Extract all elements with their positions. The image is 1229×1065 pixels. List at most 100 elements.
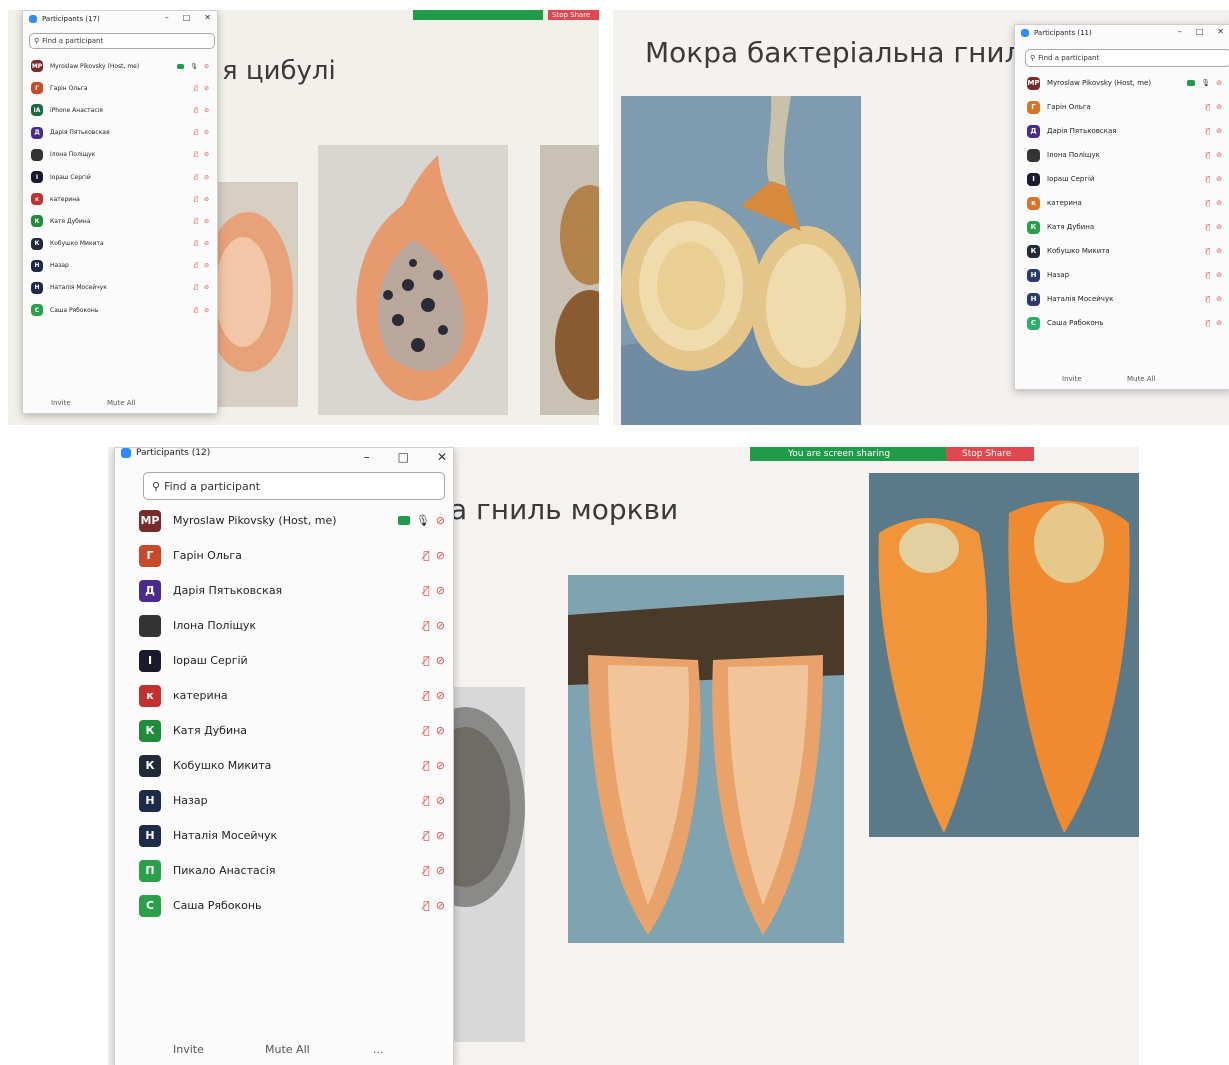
participant-row[interactable]: Г Гарін Ольга 🎙̸ ⊘ [115, 538, 453, 573]
muted-microphone-icon[interactable]: 🎙̸ [1206, 271, 1210, 279]
muted-microphone-icon[interactable]: 🎙̸ [194, 151, 198, 158]
participant-row[interactable]: к катерина 🎙̸ ⊘ [1015, 191, 1229, 215]
muted-microphone-icon[interactable]: 🎙̸ [423, 584, 430, 597]
participant-row[interactable]: MP Myroslaw Pikovsky (Host, me) 🎙 ⊘ [115, 503, 453, 538]
participant-row[interactable]: MP Myroslaw Pikovsky (Host, me) 🎙 ⊘ [1015, 71, 1229, 95]
muted-microphone-icon[interactable]: 🎙̸ [194, 85, 198, 92]
muted-microphone-icon[interactable]: 🎙̸ [194, 262, 198, 269]
maximize-icon[interactable]: □ [398, 450, 409, 464]
muted-microphone-icon[interactable]: 🎙̸ [1206, 199, 1210, 207]
participant-row[interactable]: к катерина 🎙̸ ⊘ [23, 188, 217, 210]
video-off-icon[interactable]: ⊘ [1216, 175, 1222, 183]
muted-microphone-icon[interactable]: 🎙̸ [194, 307, 198, 314]
video-off-icon[interactable]: ⊘ [436, 654, 445, 667]
muted-microphone-icon[interactable]: 🎙̸ [1206, 103, 1210, 111]
participant-row[interactable]: С Саша Рябоконь 🎙̸ ⊘ [1015, 311, 1229, 335]
video-off-icon[interactable]: ⊘ [436, 794, 445, 807]
video-off-icon[interactable]: ⊘ [1216, 223, 1222, 231]
search-input[interactable]: ⚲ Find a participant [29, 33, 215, 49]
video-off-icon[interactable]: ⊘ [204, 85, 209, 92]
video-off-icon[interactable]: ⊘ [1216, 199, 1222, 207]
invite-button[interactable]: Invite [173, 1043, 204, 1056]
participant-row[interactable]: П Пикало Анастасія 🎙̸ ⊘ [115, 853, 453, 888]
more-options-button[interactable]: ... [373, 1043, 384, 1056]
video-off-icon[interactable]: ⊘ [1216, 319, 1222, 327]
video-off-icon[interactable]: ⊘ [1216, 295, 1222, 303]
participant-row[interactable]: IA iPhone Анастасія 🎙̸ ⊘ [23, 99, 217, 121]
participant-row[interactable]: К Катя Дубина 🎙̸ ⊘ [1015, 215, 1229, 239]
close-icon[interactable]: ✕ [204, 13, 211, 22]
participant-row[interactable]: Н Назар 🎙̸ ⊘ [23, 255, 217, 277]
muted-microphone-icon[interactable]: 🎙̸ [1206, 295, 1210, 303]
maximize-icon[interactable]: □ [1196, 27, 1204, 36]
video-off-icon[interactable]: ⊘ [204, 284, 209, 291]
muted-microphone-icon[interactable]: 🎙̸ [1206, 319, 1210, 327]
close-icon[interactable]: ✕ [1217, 27, 1224, 36]
video-off-icon[interactable]: ⊘ [204, 218, 209, 225]
video-off-icon[interactable]: ⊘ [436, 584, 445, 597]
video-off-icon[interactable]: ⊘ [1216, 103, 1222, 111]
video-off-icon[interactable]: ⊘ [204, 174, 209, 181]
muted-microphone-icon[interactable]: 🎙̸ [194, 218, 198, 225]
muted-microphone-icon[interactable]: 🎙̸ [194, 174, 198, 181]
video-off-icon[interactable]: ⊘ [204, 240, 209, 247]
muted-microphone-icon[interactable]: 🎙̸ [423, 829, 430, 842]
participant-row[interactable]: К Катя Дубина 🎙̸ ⊘ [23, 210, 217, 232]
close-icon[interactable]: ✕ [437, 450, 447, 464]
participant-row[interactable]: К Кобушко Микита 🎙̸ ⊘ [1015, 239, 1229, 263]
video-off-icon[interactable]: ⊘ [436, 864, 445, 877]
mute-all-button[interactable]: Mute All [265, 1043, 310, 1056]
muted-microphone-icon[interactable]: 🎙̸ [1206, 247, 1210, 255]
search-input[interactable]: ⚲ Find a participant [143, 472, 445, 500]
muted-microphone-icon[interactable]: 🎙̸ [423, 864, 430, 877]
muted-microphone-icon[interactable]: 🎙̸ [423, 794, 430, 807]
search-input[interactable]: ⚲ Find a participant [1025, 49, 1229, 67]
mute-all-button[interactable]: Mute All [107, 399, 135, 407]
stop-share-button[interactable]: Stop Share [548, 10, 599, 20]
muted-microphone-icon[interactable]: 🎙̸ [423, 619, 430, 632]
participant-row[interactable]: Ілона Поліщук 🎙̸ ⊘ [1015, 143, 1229, 167]
minimize-icon[interactable]: – [1178, 27, 1182, 36]
participant-row[interactable]: Г Гарін Ольга 🎙̸ ⊘ [23, 77, 217, 99]
video-off-icon[interactable]: ⊘ [204, 63, 209, 70]
muted-microphone-icon[interactable]: 🎙̸ [1206, 223, 1210, 231]
video-off-icon[interactable]: ⊘ [204, 107, 209, 114]
video-off-icon[interactable]: ⊘ [1216, 271, 1222, 279]
participant-row[interactable]: Г Гарін Ольга 🎙̸ ⊘ [1015, 95, 1229, 119]
video-off-icon[interactable]: ⊘ [204, 151, 209, 158]
muted-microphone-icon[interactable]: 🎙̸ [423, 759, 430, 772]
video-off-icon[interactable]: ⊘ [436, 514, 445, 527]
muted-microphone-icon[interactable]: 🎙̸ [194, 284, 198, 291]
video-off-icon[interactable]: ⊘ [204, 307, 209, 314]
muted-microphone-icon[interactable]: 🎙̸ [423, 654, 430, 667]
muted-microphone-icon[interactable]: 🎙̸ [1206, 151, 1210, 159]
participant-row[interactable]: Д Дарія Пятьковская 🎙̸ ⊘ [23, 122, 217, 144]
participant-row[interactable]: Н Наталія Мосейчук 🎙̸ ⊘ [23, 277, 217, 299]
participant-row[interactable]: К Кобушко Микита 🎙̸ ⊘ [115, 748, 453, 783]
participant-row[interactable]: Н Назар 🎙̸ ⊘ [1015, 263, 1229, 287]
video-off-icon[interactable]: ⊘ [436, 689, 445, 702]
video-off-icon[interactable]: ⊘ [436, 724, 445, 737]
video-off-icon[interactable]: ⊘ [204, 129, 209, 136]
muted-microphone-icon[interactable]: 🎙̸ [194, 196, 198, 203]
participant-row[interactable]: К Катя Дубина 🎙̸ ⊘ [115, 713, 453, 748]
participant-row[interactable]: MP Myroslaw Pikovsky (Host, me) 🎙 ⊘ [23, 55, 217, 77]
muted-microphone-icon[interactable]: 🎙̸ [423, 724, 430, 737]
video-off-icon[interactable]: ⊘ [1216, 127, 1222, 135]
participant-row[interactable]: С Саша Рябоконь 🎙̸ ⊘ [115, 888, 453, 923]
participant-row[interactable]: Ілона Поліщук 🎙̸ ⊘ [23, 144, 217, 166]
maximize-icon[interactable]: □ [183, 13, 191, 22]
video-off-icon[interactable]: ⊘ [436, 549, 445, 562]
participant-row[interactable]: І Іораш Сергій 🎙̸ ⊘ [23, 166, 217, 188]
video-off-icon[interactable]: ⊘ [436, 899, 445, 912]
muted-microphone-icon[interactable]: 🎙̸ [1206, 175, 1210, 183]
video-off-icon[interactable]: ⊘ [204, 262, 209, 269]
participant-row[interactable]: І Іораш Сергій 🎙̸ ⊘ [115, 643, 453, 678]
video-off-icon[interactable]: ⊘ [204, 196, 209, 203]
video-off-icon[interactable]: ⊘ [1216, 247, 1222, 255]
video-off-icon[interactable]: ⊘ [1216, 79, 1222, 87]
participant-row[interactable]: С Саша Рябоконь 🎙̸ ⊘ [23, 299, 217, 321]
video-off-icon[interactable]: ⊘ [436, 759, 445, 772]
participant-row[interactable]: Н Назар 🎙̸ ⊘ [115, 783, 453, 818]
muted-microphone-icon[interactable]: 🎙̸ [423, 689, 430, 702]
